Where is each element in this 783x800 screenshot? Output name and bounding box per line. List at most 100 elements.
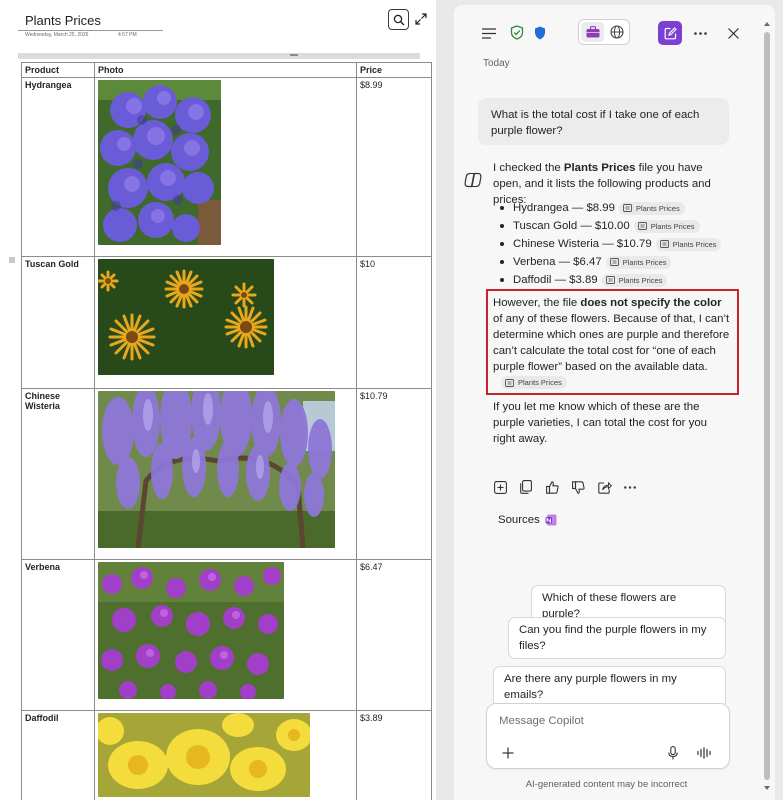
add-to-page-button[interactable] [494, 478, 520, 496]
citation-label: Plants Prices [618, 275, 663, 285]
price-cell[interactable]: $10 [356, 256, 432, 389]
ai-disclaimer: AI-generated content may be incorrect [525, 779, 688, 790]
page-title[interactable]: Plants Prices [25, 13, 101, 28]
date-separator: Today [483, 58, 510, 69]
table-move-bar[interactable] [18, 53, 420, 59]
price-list: Hydrangea — $8.99 Plants Prices Tuscan Go… [500, 199, 740, 289]
photo-cell [94, 388, 357, 560]
citation-label: Plants Prices [622, 257, 667, 267]
citation-label: Plants Prices [650, 221, 695, 231]
row-handle[interactable] [9, 257, 15, 263]
globe-icon [610, 25, 624, 39]
share-button[interactable] [598, 478, 624, 496]
onenote-source-icon [545, 514, 557, 526]
new-chat-icon [664, 26, 677, 39]
list-item: Tuscan Gold — $10.00 Plants Prices [500, 217, 740, 235]
message-actions [494, 478, 650, 496]
citation-chip[interactable]: Plants Prices [618, 201, 685, 215]
table-row: Tuscan Gold $10 [21, 256, 432, 389]
response-caveat: However, the file does not specify the c… [493, 295, 733, 375]
thumbs-up-icon [546, 480, 559, 494]
dislike-button[interactable] [572, 478, 598, 496]
citation-chip[interactable]: Plants Prices [501, 376, 567, 389]
web-mode-tab[interactable] [606, 22, 628, 42]
search-button[interactable] [388, 9, 409, 30]
sources-label: Sources [498, 514, 540, 526]
product-cell[interactable]: Verbena [21, 559, 95, 711]
copy-icon [520, 480, 532, 494]
response-followup: If you let me know which of these are th… [493, 401, 708, 445]
verbena-photo[interactable] [98, 562, 284, 699]
product-cell[interactable]: Chinese Wisteria [21, 388, 95, 560]
bullet-dot [500, 278, 504, 282]
product-cell[interactable]: Daffodil [21, 710, 95, 800]
wisteria-photo[interactable] [98, 391, 335, 548]
price-cell[interactable]: $3.89 [356, 710, 432, 800]
citation-label: Plants Prices [672, 239, 717, 249]
list-item-text: Chinese Wisteria — $10.79 [513, 238, 652, 250]
product-cell[interactable]: Tuscan Gold [21, 256, 95, 389]
arrow-up-icon [764, 22, 770, 26]
add-icon [494, 480, 507, 494]
copilot-logo-icon [464, 172, 482, 188]
product-cell[interactable]: Hydrangea [21, 77, 95, 257]
photo-cell [94, 710, 357, 800]
daffodil-photo[interactable] [98, 713, 310, 797]
scroll-down-arrow[interactable] [763, 784, 771, 792]
copy-button[interactable] [520, 478, 546, 496]
arrow-down-icon [764, 786, 770, 790]
citation-chip[interactable]: Plants Prices [601, 273, 668, 287]
price-cell[interactable]: $10.79 [356, 388, 432, 560]
voice-button[interactable] [695, 744, 713, 762]
onenote-file-icon [605, 276, 615, 284]
suggestion-chip[interactable]: Are there any purple flowers in my email… [493, 666, 726, 708]
list-item: Verbena — $6.47 Plants Prices [500, 253, 740, 271]
message-input[interactable] [499, 712, 699, 730]
table-row: Daffodil $3.89 [21, 710, 432, 800]
more-options-button[interactable] [692, 25, 708, 41]
more-actions-button[interactable] [624, 478, 650, 496]
voice-wave-icon [697, 747, 711, 759]
work-mode-tab[interactable] [581, 22, 604, 42]
tuscan-gold-photo[interactable] [98, 259, 274, 375]
table-row: Hydrangea $8.99 [21, 77, 432, 257]
price-cell[interactable]: $6.47 [356, 559, 432, 711]
hydrangea-photo[interactable] [98, 80, 221, 245]
menu-icon [482, 27, 496, 39]
new-chat-button[interactable] [658, 21, 682, 45]
header-product: Product [21, 62, 95, 78]
like-button[interactable] [546, 478, 572, 496]
pane-divider[interactable] [436, 0, 454, 800]
expand-button[interactable] [412, 10, 430, 28]
price-cell[interactable]: $8.99 [356, 77, 432, 257]
onenote-file-icon [637, 222, 647, 230]
bullet-dot [500, 242, 504, 246]
more-icon [624, 485, 636, 489]
photo-cell [94, 77, 357, 257]
composer [486, 703, 730, 769]
caveat-bold: does not specify the color [580, 297, 722, 309]
menu-button[interactable] [481, 25, 497, 41]
citation-chip[interactable]: Plants Prices [655, 237, 722, 251]
scroll-thumb[interactable] [764, 32, 770, 780]
citation-chip[interactable]: Plants Prices [605, 255, 672, 269]
list-item-text: Verbena — $6.47 [513, 256, 602, 268]
table-grip-icon [290, 54, 298, 56]
citation-chip[interactable]: Plants Prices [633, 219, 700, 233]
scroll-up-arrow[interactable] [763, 20, 771, 28]
close-button[interactable] [725, 25, 741, 41]
sources-button[interactable]: Sources [498, 514, 557, 526]
pane-scrollbar[interactable] [763, 20, 771, 795]
response-intro-file: Plants Prices [563, 162, 636, 174]
dictate-button[interactable] [665, 744, 681, 762]
thumbs-down-icon [572, 480, 585, 494]
attach-button[interactable] [500, 745, 516, 761]
protection-status-button[interactable] [509, 24, 525, 41]
onenote-file-icon [623, 204, 632, 212]
suggestion-chip[interactable]: Can you find the purple flowers in my fi… [508, 617, 726, 659]
onenote-file-icon [505, 378, 514, 387]
list-item-text: Hydrangea — $8.99 [513, 202, 615, 214]
list-item-text: Daffodil — $3.89 [513, 274, 598, 286]
caveat-text: However, the file [493, 297, 581, 309]
security-button[interactable] [532, 24, 548, 41]
